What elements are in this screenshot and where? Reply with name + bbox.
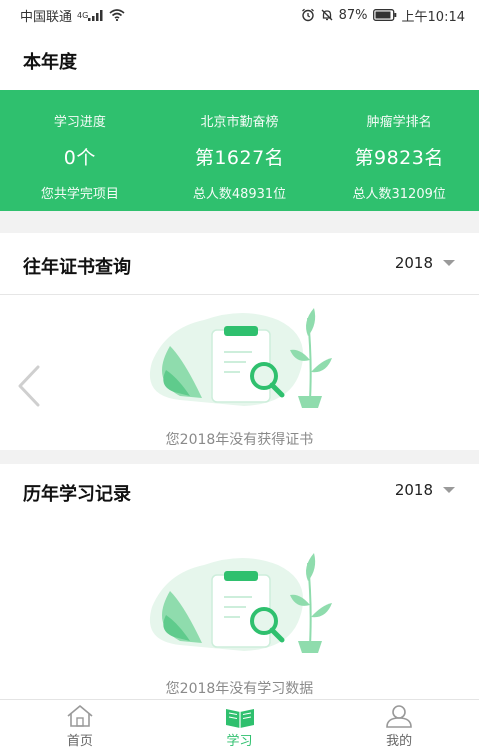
battery-icon bbox=[372, 9, 397, 21]
tab-label: 我的 bbox=[386, 734, 413, 749]
stat-beijing-rank[interactable]: 北京市勤奋榜 第1627名 总人数48931位 bbox=[160, 90, 320, 211]
stat-sub: 总人数48931位 bbox=[192, 187, 287, 202]
this-year-title: 本年度 bbox=[23, 52, 77, 73]
empty-certificate-illustration bbox=[149, 308, 332, 408]
caret-down-icon bbox=[443, 260, 455, 266]
home-icon bbox=[67, 705, 93, 727]
stat-value: 0个 bbox=[63, 147, 96, 169]
section-gap bbox=[0, 211, 479, 233]
stat-label: 北京市勤奋榜 bbox=[200, 115, 279, 130]
status-bar: 中国联通 4G 87% 上午10:14 bbox=[0, 0, 479, 30]
certificate-empty-text: 您2018年没有获得证书 bbox=[165, 432, 314, 448]
book-icon bbox=[225, 709, 254, 728]
signal-icon: 4G bbox=[77, 9, 104, 21]
status-left: 中国联通 4G bbox=[20, 6, 125, 25]
year-value: 2018 bbox=[394, 254, 433, 272]
carrier-label: 中国联通 bbox=[20, 9, 73, 25]
caret-down-icon bbox=[443, 487, 455, 493]
tab-mine[interactable]: 我的 bbox=[319, 700, 479, 753]
battery-percent: 87% bbox=[338, 7, 368, 23]
wifi-icon bbox=[109, 9, 125, 21]
stat-oncology-rank[interactable]: 肿瘤学排名 第9823名 总人数31209位 bbox=[319, 90, 479, 211]
stats-band: 学习进度 0个 您共学完项目 北京市勤奋榜 第1627名 总人数48931位 肿… bbox=[0, 90, 479, 211]
certificates-title: 往年证书查询 bbox=[23, 257, 131, 278]
records-title: 历年学习记录 bbox=[23, 484, 131, 505]
year-value: 2018 bbox=[394, 481, 433, 499]
stat-value: 第9823名 bbox=[354, 147, 444, 169]
section-gap bbox=[0, 450, 479, 464]
records-empty-text: 您2018年没有学习数据 bbox=[165, 681, 314, 697]
alarm-icon bbox=[301, 8, 315, 22]
stat-sub: 您共学完项目 bbox=[40, 187, 119, 202]
divider bbox=[0, 294, 479, 295]
status-right: 87% 上午10:14 bbox=[301, 6, 465, 25]
certificate-year-select[interactable]: 2018 bbox=[395, 254, 455, 272]
user-icon bbox=[386, 705, 412, 728]
records-year-select[interactable]: 2018 bbox=[395, 481, 455, 499]
bottom-tab-bar: 首页 学习 我的 bbox=[0, 699, 479, 753]
tab-home[interactable]: 首页 bbox=[0, 700, 160, 753]
chevron-left-icon[interactable] bbox=[14, 364, 46, 408]
stat-label: 肿瘤学排名 bbox=[366, 115, 432, 130]
stat-label: 学习进度 bbox=[53, 115, 106, 130]
clock: 上午10:14 bbox=[401, 9, 465, 25]
tab-label: 首页 bbox=[66, 734, 93, 749]
empty-records-illustration bbox=[149, 553, 332, 653]
stat-progress[interactable]: 学习进度 0个 您共学完项目 bbox=[0, 90, 160, 211]
mute-icon bbox=[320, 8, 334, 22]
network-type: 4G bbox=[77, 10, 89, 20]
tab-label: 学习 bbox=[226, 734, 253, 749]
stat-value: 第1627名 bbox=[194, 147, 285, 169]
stat-sub: 总人数31209位 bbox=[352, 187, 446, 202]
tab-study[interactable]: 学习 bbox=[160, 700, 320, 753]
